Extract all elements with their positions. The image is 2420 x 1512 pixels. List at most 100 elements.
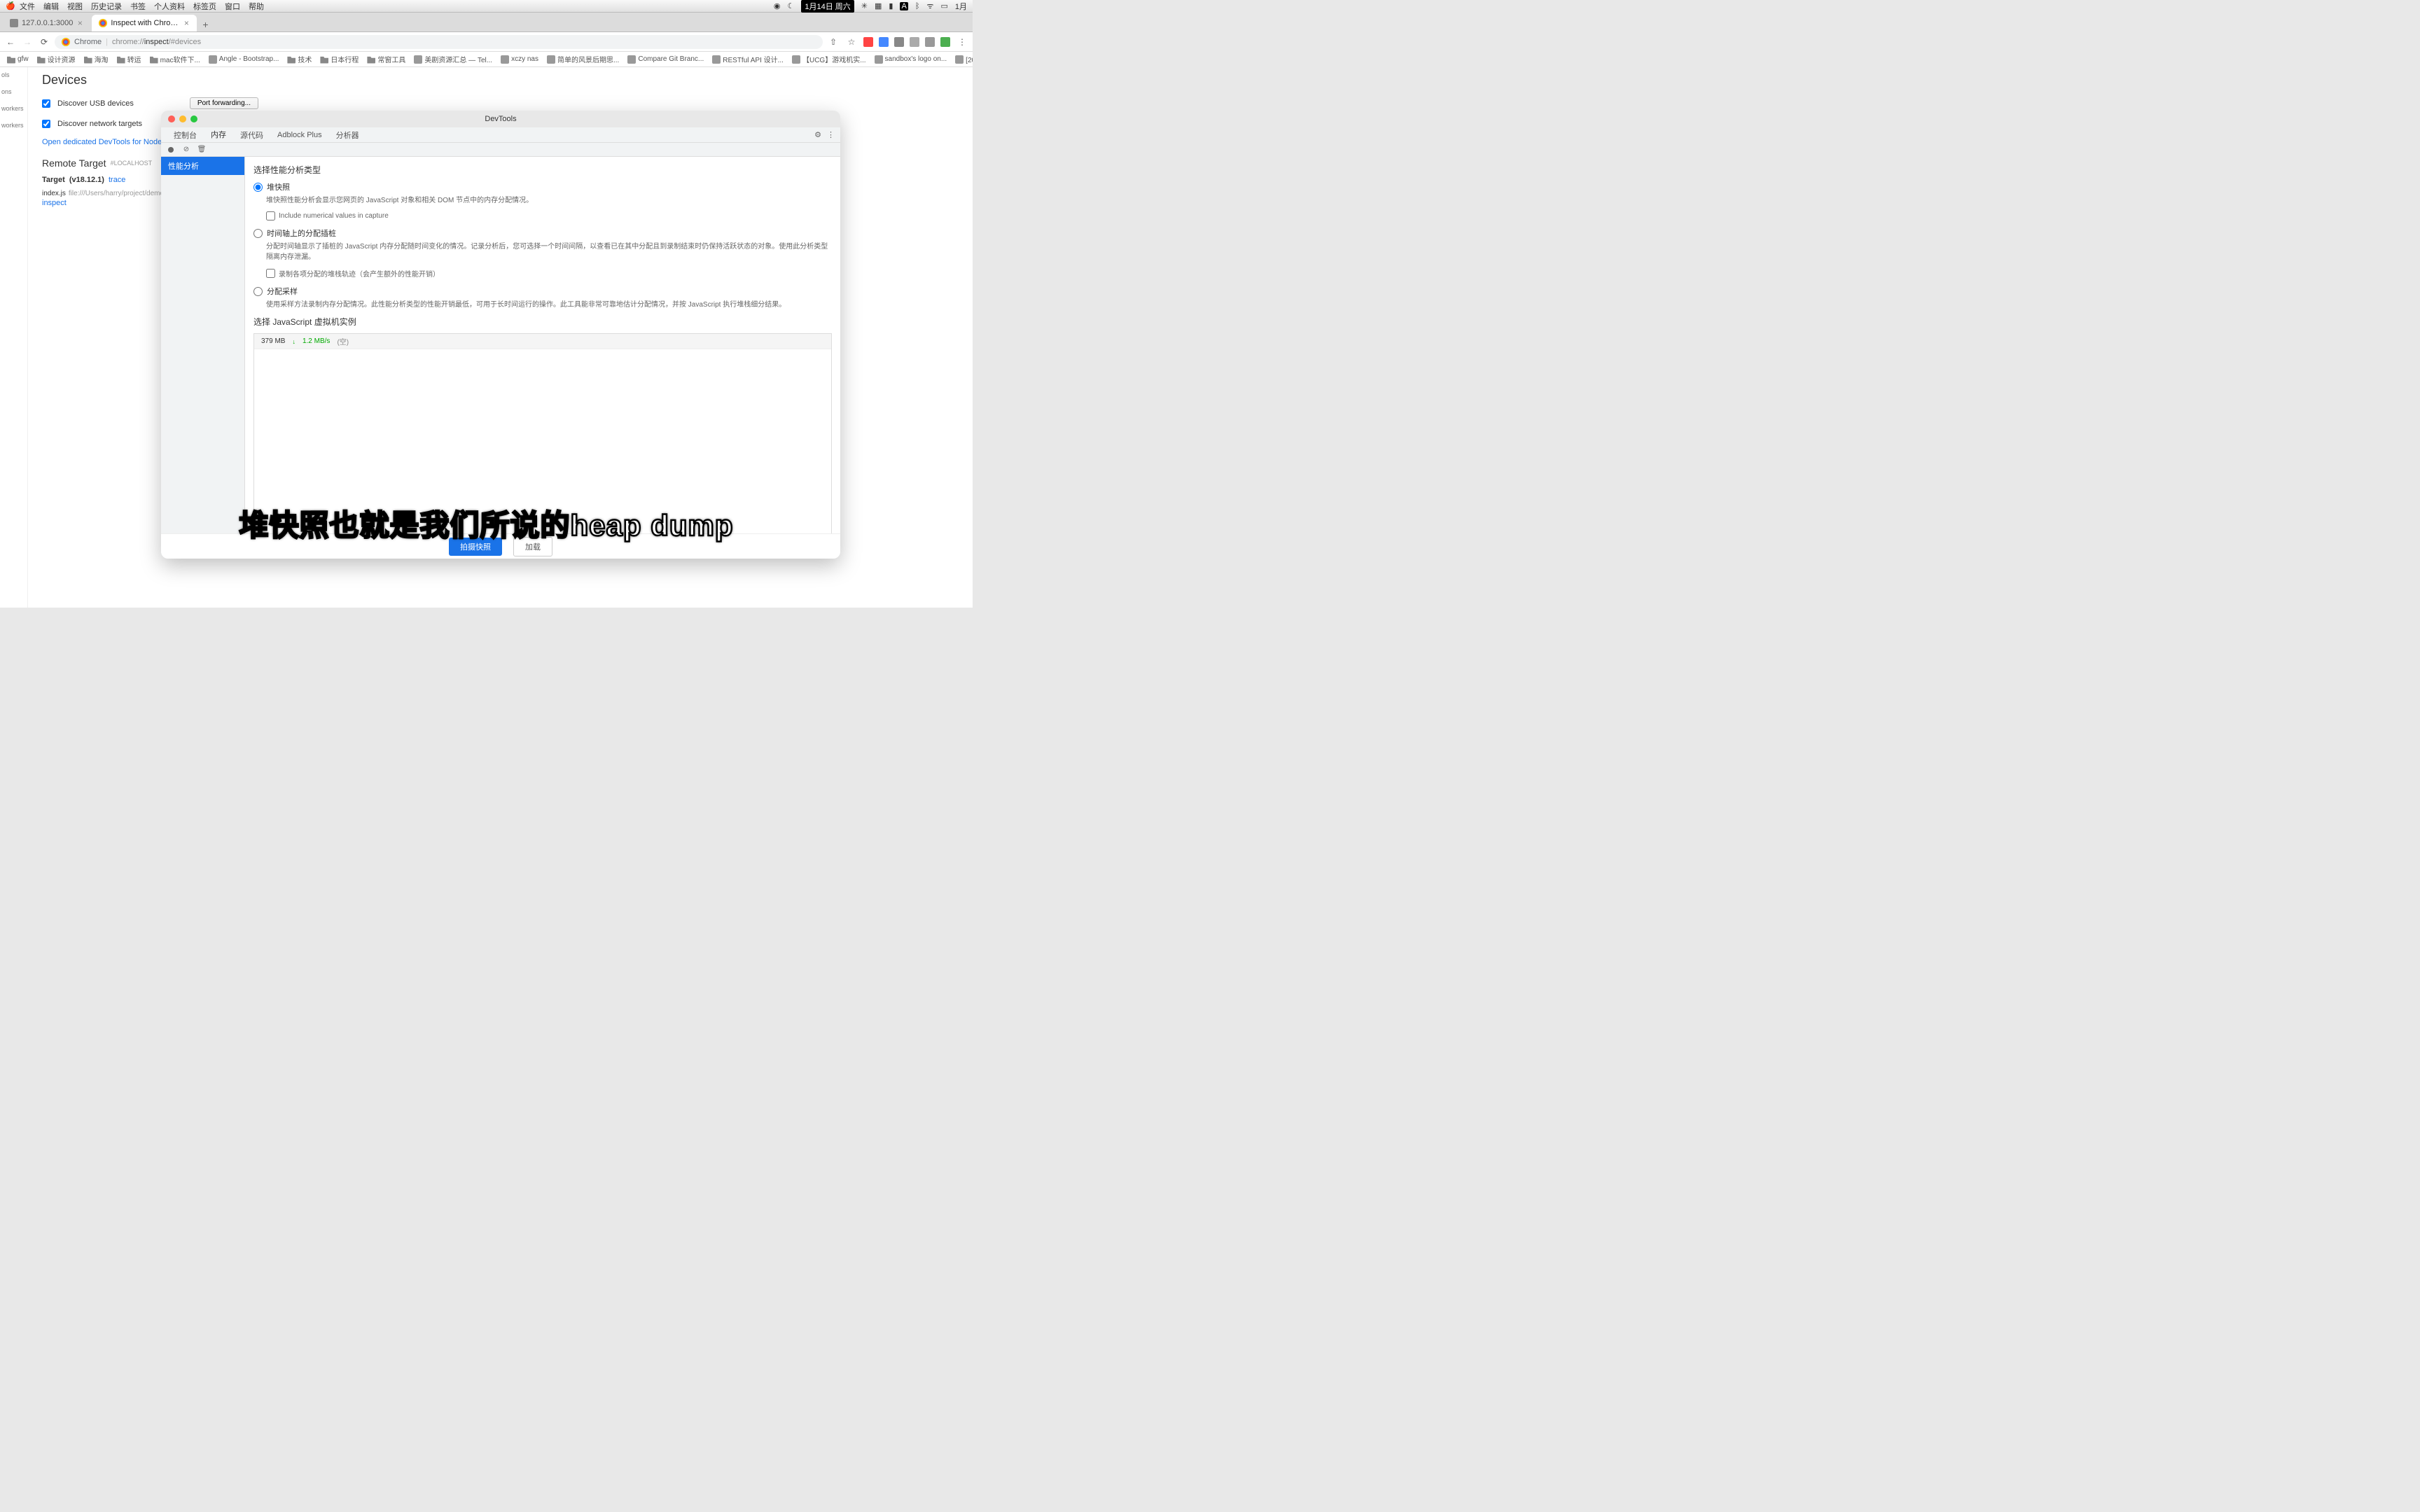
allocation-sampling-label: 分配采样 <box>267 286 298 297</box>
record-stack-checkbox[interactable] <box>266 269 275 278</box>
bookmark-favicon <box>875 55 883 64</box>
status-bluetooth-icon[interactable]: ᛒ <box>915 2 920 10</box>
bookmark-item[interactable]: 常窗工具 <box>364 52 408 66</box>
close-window-icon[interactable] <box>168 115 175 122</box>
ext-icon-4[interactable] <box>910 37 919 47</box>
devtools-tab-sources[interactable]: 源代码 <box>233 127 270 144</box>
more-icon[interactable]: ⋮ <box>956 36 968 48</box>
heap-snapshot-radio[interactable] <box>253 183 263 192</box>
bookmark-item[interactable]: gfw <box>4 54 32 65</box>
menu-bookmarks[interactable]: 书签 <box>130 1 146 12</box>
ext-icon-3[interactable] <box>894 37 904 47</box>
bookmark-label: mac软件下... <box>160 54 200 64</box>
folder-icon <box>287 55 295 64</box>
bookmark-item[interactable]: xczy nas <box>498 54 541 65</box>
bookmark-item[interactable]: 【UCG】游戏机实... <box>789 52 869 66</box>
status-grid-icon[interactable]: ▦ <box>875 1 882 10</box>
address-input[interactable]: Chrome | chrome://inspect/#devices <box>55 35 823 49</box>
status-record-icon[interactable]: ◉ <box>774 1 781 10</box>
menu-window[interactable]: 窗口 <box>225 1 240 12</box>
menu-help[interactable]: 帮助 <box>249 1 264 12</box>
devtools-tab-adblock[interactable]: Adblock Plus <box>270 128 329 142</box>
ext-icon-6[interactable] <box>940 37 950 47</box>
devtools-tab-profiler[interactable]: 分析器 <box>329 127 366 144</box>
devtools-tab-memory[interactable]: 内存 <box>204 126 233 144</box>
share-icon[interactable]: ⇧ <box>827 36 840 48</box>
bookmark-item[interactable]: RESTful API 设计... <box>709 52 786 66</box>
devtools-title-bar[interactable]: DevTools <box>161 111 840 127</box>
bookmark-item[interactable]: Angle - Bootstrap... <box>206 54 282 65</box>
new-tab-button[interactable]: + <box>198 19 212 31</box>
left-nav-item[interactable]: ols <box>1 71 26 78</box>
discover-usb-checkbox[interactable] <box>42 99 50 108</box>
tab-close-icon[interactable]: × <box>183 18 190 28</box>
settings-icon[interactable]: ⚙ <box>814 130 821 139</box>
bookmark-item[interactable]: 日本行程 <box>317 52 361 66</box>
include-numerical-label: Include numerical values in capture <box>279 212 389 220</box>
vm-arrow-icon: ↓ <box>292 338 295 345</box>
menu-edit[interactable]: 编辑 <box>43 1 59 12</box>
record-icon[interactable] <box>167 146 175 154</box>
ext-icon-1[interactable] <box>863 37 873 47</box>
browser-tab-active[interactable]: Inspect with Chrome Develope × <box>92 15 197 31</box>
reload-button[interactable]: ⟳ <box>38 36 50 48</box>
status-wifi-icon[interactable]: ᯤ <box>926 1 933 11</box>
back-button[interactable]: ← <box>4 36 17 48</box>
devtools-left-nav: ols ons workers workers <box>0 67 28 608</box>
traffic-lights <box>168 115 197 122</box>
menu-tabs[interactable]: 标签页 <box>193 1 216 12</box>
bookmark-label: 设计资源 <box>48 54 76 64</box>
clear-icon[interactable]: ⊘ <box>182 146 190 154</box>
status-battery2-icon[interactable]: ▭ <box>940 1 947 10</box>
devtools-tab-console[interactable]: 控制台 <box>167 127 204 144</box>
left-nav-item[interactable]: workers <box>1 105 26 112</box>
tab-favicon-chrome-icon <box>99 19 107 27</box>
menu-history[interactable]: 历史记录 <box>91 1 122 12</box>
sidebar-item-profiles[interactable]: 性能分析 <box>161 157 244 175</box>
folder-icon <box>367 55 375 64</box>
forward-button[interactable]: → <box>21 36 34 48</box>
status-a-icon[interactable]: A <box>900 2 908 10</box>
status-time: 1月 <box>955 1 967 12</box>
bookmark-favicon <box>955 55 964 64</box>
ext-icon-5[interactable] <box>925 37 935 47</box>
minimize-window-icon[interactable] <box>179 115 186 122</box>
bookmark-item[interactable]: sandbox's logo on... <box>872 54 950 65</box>
more-icon[interactable]: ⋮ <box>827 130 835 139</box>
browser-tab[interactable]: 127.0.0.1:3000 × <box>3 15 90 31</box>
apple-icon[interactable]: 🍎 <box>6 1 15 10</box>
maximize-window-icon[interactable] <box>190 115 197 122</box>
left-nav-item[interactable]: ons <box>1 88 26 95</box>
menu-view[interactable]: 视图 <box>67 1 83 12</box>
bookmark-item[interactable]: 设计资源 <box>34 52 78 66</box>
bookmark-label: 转运 <box>127 54 141 64</box>
bookmark-item[interactable]: mac软件下... <box>147 52 203 66</box>
bookmark-item[interactable]: 技术 <box>284 52 314 66</box>
vm-instance-row[interactable]: 379 MB ↓1.2 MB/s (空) <box>254 334 831 349</box>
star-icon[interactable]: ☆ <box>845 36 858 48</box>
tab-close-icon[interactable]: × <box>76 18 83 28</box>
menu-file[interactable]: 文件 <box>20 1 35 12</box>
allocation-sampling-radio[interactable] <box>253 287 263 296</box>
allocation-timeline-radio[interactable] <box>253 229 263 238</box>
bookmark-item[interactable]: 转运 <box>114 52 144 66</box>
status-moon-icon[interactable]: ☾ <box>787 1 794 10</box>
browser-tab-strip: 127.0.0.1:3000 × Inspect with Chrome Dev… <box>0 13 973 32</box>
discover-usb-label: Discover USB devices <box>57 99 134 108</box>
trash-icon[interactable]: 🗑 <box>197 146 206 154</box>
bookmark-item[interactable]: 美剧资源汇总 — Tel... <box>411 52 495 66</box>
include-numerical-checkbox[interactable] <box>266 211 275 220</box>
left-nav-item[interactable]: workers <box>1 122 26 129</box>
status-fan-icon[interactable]: ✳ <box>861 1 868 10</box>
bookmark-item[interactable]: [2017-4-12]改华硕... <box>952 52 973 66</box>
discover-network-checkbox[interactable] <box>42 120 50 128</box>
port-forwarding-button[interactable]: Port forwarding... <box>190 97 258 109</box>
bookmark-item[interactable]: 海淘 <box>81 52 111 66</box>
bookmark-item[interactable]: Compare Git Branc... <box>625 54 707 65</box>
trace-link[interactable]: trace <box>109 176 125 184</box>
folder-icon <box>117 55 125 64</box>
bookmark-item[interactable]: 简单的风景后期思... <box>544 52 622 66</box>
ext-icon-2[interactable] <box>879 37 889 47</box>
menu-profile[interactable]: 个人资料 <box>154 1 185 12</box>
status-battery-icon[interactable]: ▮ <box>889 1 893 10</box>
